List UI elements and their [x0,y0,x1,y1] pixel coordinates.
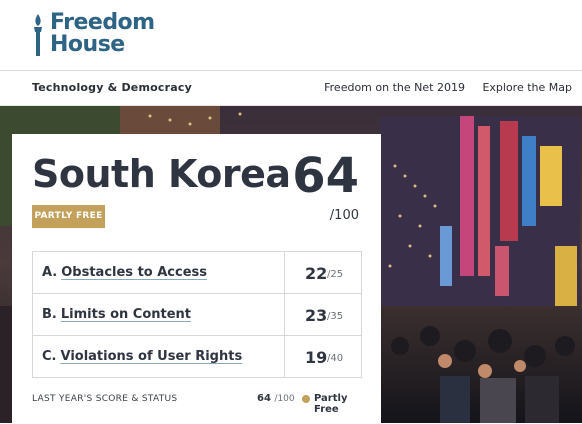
last-year-summary: LAST YEAR'S SCORE & STATUS 64 /100 Partl… [32,390,360,415]
table-row[interactable]: A. Obstacles to Access 22 /25 [33,252,361,294]
category-letter: B. [42,307,57,322]
category-label: A. Obstacles to Access [42,265,207,280]
category-letter: C. [42,349,57,364]
last-year-status: Partly Free [314,393,348,415]
subnav-links: Freedom on the Net 2019 Explore the Map [310,81,572,94]
category-max: /25 [327,269,344,280]
category-link-violations-of-user-rights[interactable]: Violations of User Rights [60,349,242,364]
logo-line-2: House [50,32,125,57]
category-max: /40 [327,353,344,364]
category-link-limits-on-content[interactable]: Limits on Content [61,307,191,322]
logo-line-1: Freedom [50,10,155,35]
nav-link-explore-map[interactable]: Explore the Map [482,81,572,94]
last-year-score-value: 64 [257,393,271,404]
category-label: B. Limits on Content [42,307,191,322]
last-year-score-max: /100 [274,394,295,404]
category-score: 19 [305,348,328,367]
total-score: 64 [292,148,359,204]
table-row[interactable]: B. Limits on Content 23 /35 [33,294,361,336]
category-label: C. Violations of User Rights [42,349,242,364]
freedom-house-logo[interactable]: Freedom House [30,10,155,60]
category-scores-table: A. Obstacles to Access 22 /25 B. Limits on… [32,251,362,378]
category-score-cell: 23 /35 [284,294,362,335]
category-letter: A. [42,265,58,280]
country-name: South Korea [32,152,291,196]
last-year-score: 64 /100 [257,393,295,404]
torch-icon [34,14,42,56]
logo-text: Freedom House [50,12,155,56]
category-score: 22 [305,264,328,283]
category-score-cell: 19 /40 [284,336,362,377]
category-score-cell: 22 /25 [284,252,362,293]
category-score: 23 [305,306,328,325]
status-badge: PARTLY FREE [32,205,105,228]
category-link-obstacles-to-access[interactable]: Obstacles to Access [61,265,207,280]
country-score-card: South Korea 64 /100 PARTLY FREE A. Obstac… [12,134,381,424]
status-dot-icon [302,395,310,403]
sub-navigation: Technology & Democracy Freedom on the Ne… [0,71,582,106]
section-title[interactable]: Technology & Democracy [32,81,192,94]
nav-link-freedom-on-the-net[interactable]: Freedom on the Net 2019 [324,81,465,94]
total-score-max: /100 [329,208,359,223]
category-max: /35 [327,311,344,322]
table-row[interactable]: C. Violations of User Rights 19 /40 [33,336,361,377]
last-year-label: LAST YEAR'S SCORE & STATUS [32,394,178,404]
site-header: Freedom House [0,0,582,71]
